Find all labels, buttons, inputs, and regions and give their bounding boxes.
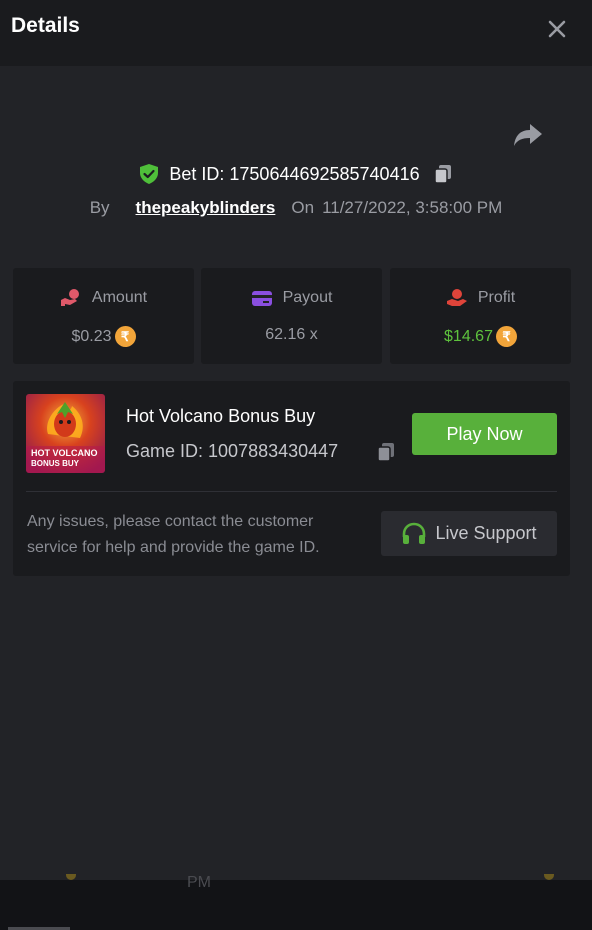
underlying-dot [66,874,76,880]
shield-check-icon [140,164,159,184]
header: Details [0,0,592,66]
underlying-dot [544,874,554,880]
play-now-button[interactable]: Play Now [412,413,557,455]
live-support-button[interactable]: Live Support [381,511,557,556]
payout-card: Payout 62.16 x [201,268,382,364]
profit-value: $14.67 [444,327,493,345]
game-name: Hot Volcano Bonus Buy [126,406,316,426]
divider [26,491,557,492]
thumb-title-line1: HOT VOLCANO [31,448,98,458]
bet-id-row: Bet ID: 1750644692585740416 [0,160,592,188]
support-notice: Any issues, please contact the customer … [27,513,320,556]
game-panel: HOT VOLCANO BONUS BUY Hot Volcano Bonus … [13,381,570,576]
username-link[interactable]: thepeakyblinders [136,198,276,218]
amount-value: $0.23 [71,327,112,345]
on-label: On [291,198,315,217]
bet-id: Bet ID: 1750644692585740416 [169,163,420,184]
close-button[interactable] [541,13,573,45]
bet-datetime: 11/27/2022, 3:58:00 PM [322,198,503,217]
copy-icon[interactable] [432,163,454,185]
headset-icon [403,522,426,544]
rupee-coin-icon: ₹ [114,326,136,347]
rupee-coin-icon: ₹ [495,326,517,347]
close-icon [548,20,566,38]
underlying-text: PM [187,874,211,891]
page-title: Details [11,14,80,37]
by-label: By [89,198,110,217]
copy-icon[interactable] [375,441,397,463]
hand-coin-icon [446,289,467,306]
game-id: Game ID: 1007883430447 [126,441,339,461]
coins-icon [60,289,79,306]
thumb-title-line2: BONUS BUY [31,459,80,468]
footer-peek: PM [0,874,592,930]
card-icon [251,291,272,306]
live-support-label: Live Support [435,523,537,543]
profit-label: Profit [477,289,516,306]
share-button[interactable] [512,121,544,149]
payout-label: Payout [282,289,333,306]
bet-meta-row: By thepeakyblinders On 11/27/2022, 3:58:… [0,196,592,220]
stats-cards: Amount $0.23 ₹ Payout 62.16 x Profit $14… [13,268,571,364]
game-thumbnail-image: HOT VOLCANO BONUS BUY [26,394,105,473]
profit-card: Profit $14.67 ₹ [390,268,571,364]
amount-label: Amount [91,289,148,306]
payout-value: 62.16 x [265,326,318,343]
game-thumbnail[interactable]: HOT VOLCANO BONUS BUY [26,394,105,473]
share-icon [514,124,542,146]
amount-card: Amount $0.23 ₹ [13,268,194,364]
